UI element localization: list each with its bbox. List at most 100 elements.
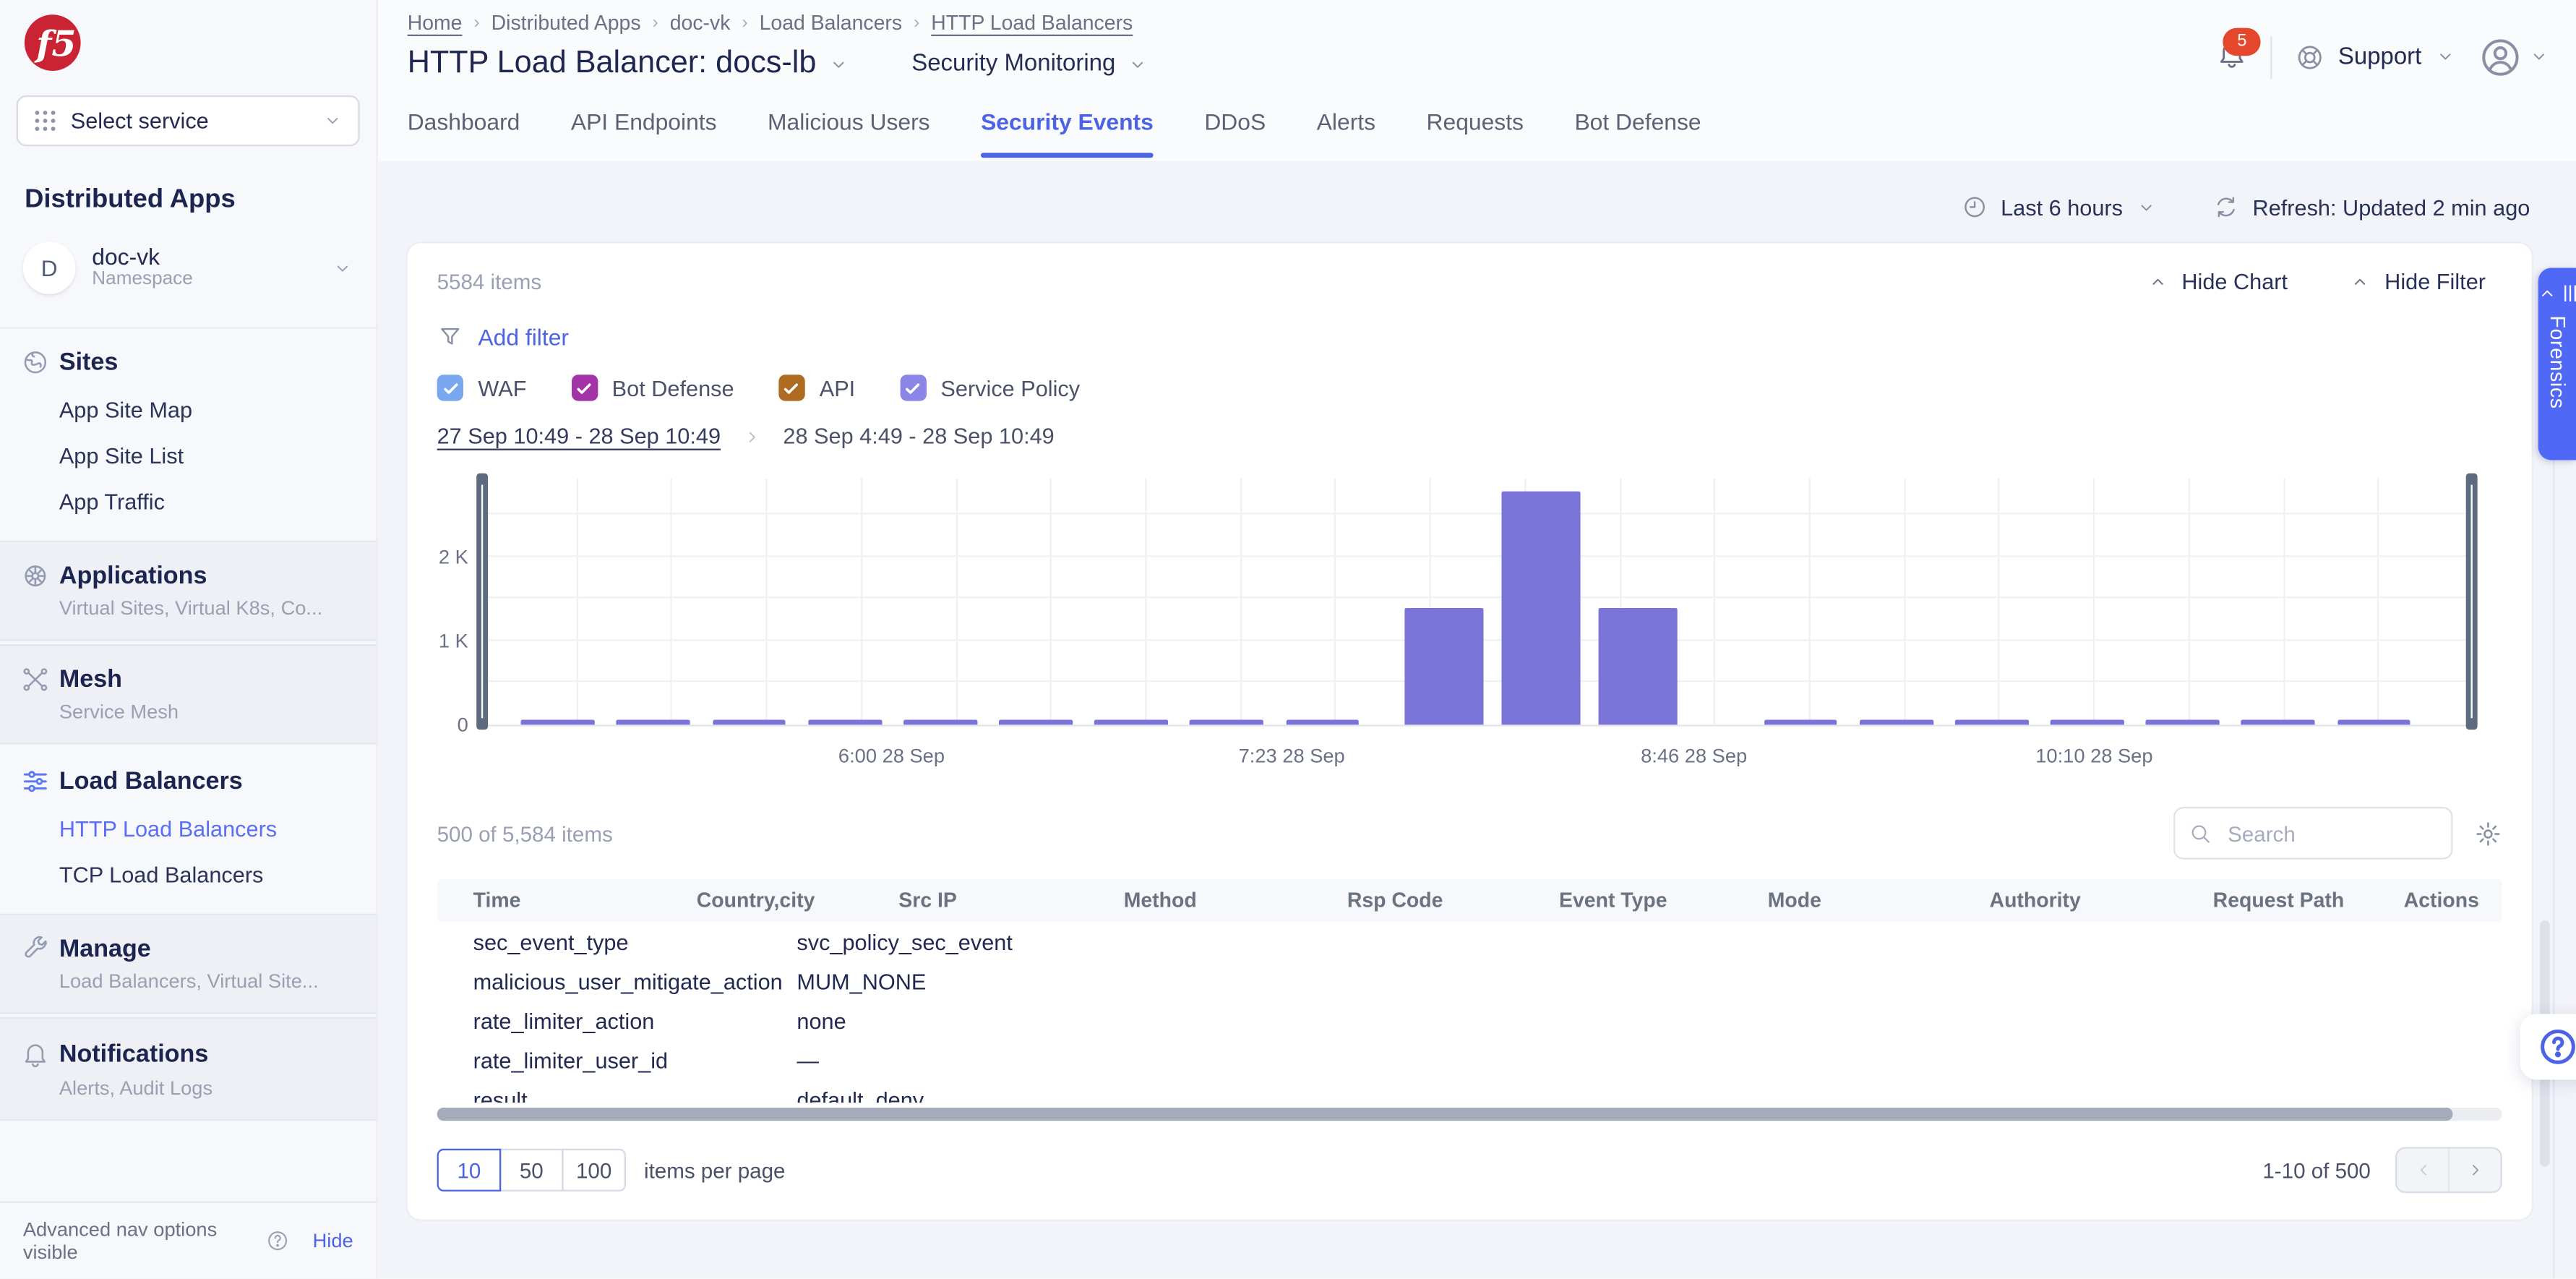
breadcrumb-http-load-balancers[interactable]: HTTP Load Balancers bbox=[931, 12, 1133, 35]
gridline bbox=[1335, 478, 1336, 724]
table-row[interactable]: rate_limiter_actionnone bbox=[437, 1001, 2502, 1040]
page-size-10[interactable]: 10 bbox=[437, 1149, 502, 1192]
sidebar-group-header-applications[interactable]: Applications bbox=[22, 562, 355, 590]
column-header-mode[interactable]: Mode bbox=[1768, 889, 1821, 912]
tab-bot-defense[interactable]: Bot Defense bbox=[1574, 108, 1701, 158]
view-selector-dropdown[interactable]: Security Monitoring bbox=[911, 51, 1149, 77]
notifications-bell-button[interactable]: 5 bbox=[2217, 37, 2248, 77]
breadcrumb: Home›Distributed Apps›doc-vk›Load Balanc… bbox=[408, 12, 1149, 35]
sidebar-group-notifications[interactable]: NotificationsAlerts, Audit Logs bbox=[0, 1017, 377, 1121]
breadcrumb-doc-vk[interactable]: doc-vk bbox=[670, 12, 731, 35]
tab-dashboard[interactable]: Dashboard bbox=[408, 108, 520, 158]
previous-page-button[interactable] bbox=[2397, 1149, 2447, 1192]
table-row[interactable]: rate_limiter_user_id— bbox=[437, 1040, 2502, 1080]
gridline bbox=[2283, 478, 2284, 724]
forensics-tab[interactable]: Forensics bbox=[2538, 268, 2576, 460]
select-service-dropdown[interactable]: Select service bbox=[17, 95, 360, 146]
tab-ddos[interactable]: DDoS bbox=[1204, 108, 1266, 158]
brush-handle-left[interactable] bbox=[476, 474, 488, 730]
add-filter-button[interactable]: Add filter bbox=[437, 324, 2502, 350]
gridline bbox=[1240, 478, 1241, 724]
sidebar-group-title: Load Balancers bbox=[59, 767, 243, 795]
time-range-dropdown[interactable]: Last 6 hours bbox=[1962, 194, 2158, 220]
sidebar-group-header-mesh[interactable]: Mesh bbox=[22, 666, 355, 694]
sidebar-item-app-site-map[interactable]: App Site Map bbox=[59, 398, 355, 422]
chart-bar bbox=[617, 719, 690, 724]
sidebar-group-title: Mesh bbox=[59, 666, 122, 694]
checkbox-service-policy bbox=[900, 375, 926, 401]
next-page-button[interactable] bbox=[2448, 1149, 2501, 1192]
page-size-100[interactable]: 100 bbox=[562, 1149, 626, 1192]
filter-checkbox-bot-defense[interactable]: Bot Defense bbox=[571, 375, 734, 401]
column-header-authority[interactable]: Authority bbox=[1990, 889, 2081, 912]
sidebar-group-manage[interactable]: ManageLoad Balancers, Virtual Site... bbox=[0, 914, 377, 1014]
filter-checkbox-api[interactable]: API bbox=[778, 375, 855, 401]
sidebar-group-header-sites[interactable]: Sites bbox=[22, 348, 355, 377]
page-range-label: 1-10 of 500 bbox=[2262, 1158, 2371, 1182]
column-header-time[interactable]: Time bbox=[473, 889, 521, 912]
filter-label: WAF bbox=[478, 375, 526, 400]
breadcrumb-load-balancers[interactable]: Load Balancers bbox=[760, 12, 902, 35]
brush-handle-right[interactable] bbox=[2466, 474, 2478, 730]
row-value: none bbox=[797, 1009, 846, 1034]
sidebar-group-header-load-balancers[interactable]: Load Balancers bbox=[22, 767, 355, 795]
balancer-icon bbox=[22, 767, 50, 795]
column-header-src-ip[interactable]: Src IP bbox=[898, 889, 957, 912]
refresh-button[interactable]: Refresh: Updated 2 min ago bbox=[2213, 194, 2530, 220]
table-row[interactable]: resultdefault_deny bbox=[437, 1079, 2502, 1103]
f5-logo[interactable]: f5 bbox=[0, 0, 377, 72]
namespace-avatar: D bbox=[23, 241, 76, 294]
sidebar-item-http-load-balancers[interactable]: HTTP Load Balancers bbox=[59, 817, 355, 842]
filter-checkbox-waf[interactable]: WAF bbox=[437, 375, 527, 401]
column-header-request-path[interactable]: Request Path bbox=[2213, 889, 2345, 912]
filter-label: Bot Defense bbox=[612, 375, 734, 400]
search-input[interactable] bbox=[2225, 819, 2438, 847]
breadcrumb-distributed-apps[interactable]: Distributed Apps bbox=[491, 12, 641, 35]
tab-api-endpoints[interactable]: API Endpoints bbox=[571, 108, 717, 158]
sidebar-group-header-manage[interactable]: Manage bbox=[22, 935, 355, 963]
hide-advanced-nav-link[interactable]: Hide bbox=[313, 1230, 353, 1253]
sidebar-item-tcp-load-balancers[interactable]: TCP Load Balancers bbox=[59, 863, 355, 887]
sidebar-item-app-traffic[interactable]: App Traffic bbox=[59, 489, 355, 514]
column-header-method[interactable]: Method bbox=[1124, 889, 1197, 912]
events-chart: 2 K1 K06:00 28 Sep7:23 28 Sep8:46 28 Sep… bbox=[437, 469, 2502, 791]
checkbox-bot-defense bbox=[571, 375, 597, 401]
full-range-link[interactable]: 27 Sep 10:49 - 28 Sep 10:49 bbox=[437, 424, 721, 448]
filter-checkbox-service-policy[interactable]: Service Policy bbox=[900, 375, 1081, 401]
breadcrumb-home[interactable]: Home bbox=[408, 12, 463, 35]
grid-icon bbox=[33, 108, 57, 133]
column-header-rsp-code[interactable]: Rsp Code bbox=[1347, 889, 1443, 912]
gridline bbox=[2093, 478, 2095, 724]
tab-security-events[interactable]: Security Events bbox=[981, 108, 1154, 158]
hide-chart-button[interactable]: Hide Chart bbox=[2147, 270, 2288, 294]
row-key: malicious_user_mitigate_action bbox=[473, 970, 783, 994]
sidebar-group-header-notifications[interactable]: Notifications bbox=[22, 1039, 355, 1070]
table-row[interactable]: malicious_user_mitigate_actionMUM_NONE bbox=[437, 962, 2502, 1001]
items-total: 5584 items bbox=[437, 270, 542, 294]
help-circle-icon[interactable] bbox=[267, 1230, 290, 1253]
namespace-selector[interactable]: D doc-vk Namespace bbox=[10, 231, 366, 304]
hide-filter-button[interactable]: Hide Filter bbox=[2350, 270, 2486, 294]
table-row[interactable]: sec_event_typesvc_policy_sec_event bbox=[437, 922, 2502, 962]
mesh-icon bbox=[22, 666, 50, 694]
column-header-actions[interactable]: Actions bbox=[2404, 889, 2479, 912]
svg-text:f5: f5 bbox=[34, 23, 76, 65]
user-menu[interactable] bbox=[2479, 35, 2550, 78]
horizontal-scrollbar bbox=[437, 1108, 2502, 1121]
gear-icon[interactable] bbox=[2474, 819, 2502, 847]
list-icon bbox=[2563, 284, 2576, 302]
sidebar-group-applications[interactable]: ApplicationsVirtual Sites, Virtual K8s, … bbox=[0, 541, 377, 641]
support-dropdown[interactable]: Support bbox=[2296, 42, 2456, 72]
column-header-country-city[interactable]: Country,city bbox=[697, 889, 815, 912]
help-button[interactable] bbox=[2520, 1014, 2576, 1079]
chevron-down-icon[interactable] bbox=[828, 54, 849, 75]
tab-malicious-users[interactable]: Malicious Users bbox=[768, 108, 930, 158]
page-size-50[interactable]: 50 bbox=[499, 1149, 564, 1192]
sidebar-group-mesh[interactable]: MeshService Mesh bbox=[0, 644, 377, 745]
namespace-name: doc-vk bbox=[92, 244, 315, 270]
tab-requests[interactable]: Requests bbox=[1427, 108, 1524, 158]
scrollbar-thumb[interactable] bbox=[437, 1108, 2453, 1121]
column-header-event-type[interactable]: Event Type bbox=[1559, 889, 1667, 912]
sidebar-item-app-site-list[interactable]: App Site List bbox=[59, 444, 355, 469]
tab-alerts[interactable]: Alerts bbox=[1317, 108, 1375, 158]
